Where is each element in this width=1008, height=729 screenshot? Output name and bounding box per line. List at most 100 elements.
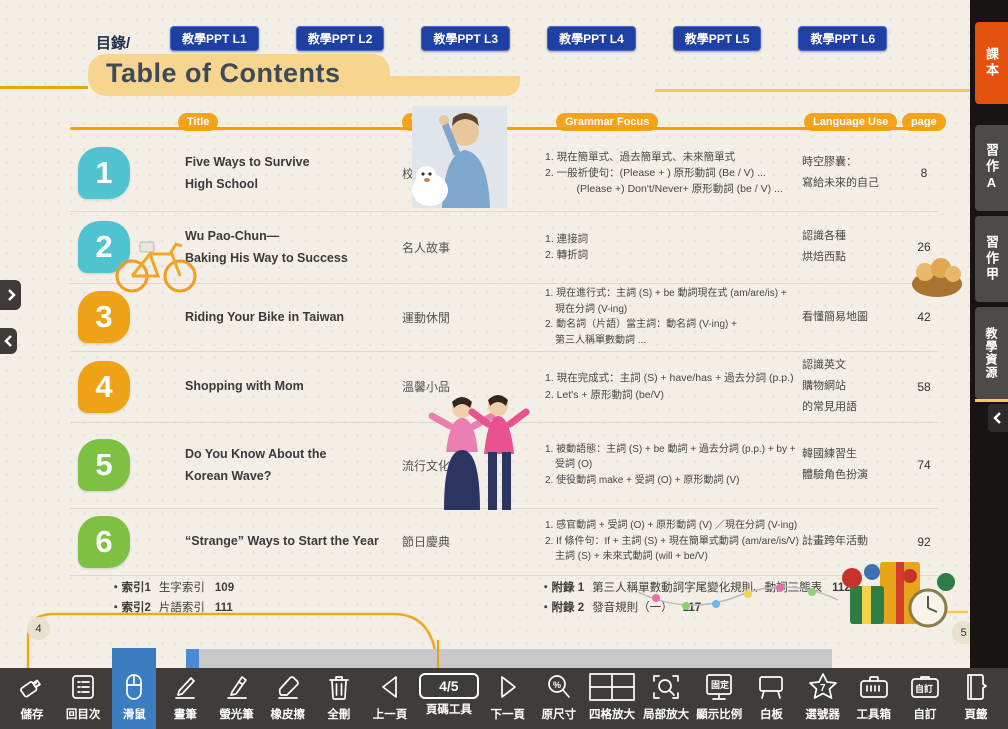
index-page: 109 xyxy=(215,582,234,594)
unit-title: Five Ways to Survive High School xyxy=(185,135,380,211)
ppt-button-l5[interactable]: 教學PPT L5 xyxy=(673,26,762,51)
region-zoom-button[interactable]: 局部放大 xyxy=(643,668,689,729)
unit-page: 58 xyxy=(905,351,943,422)
tab-workbook-a[interactable]: 習作A xyxy=(975,125,1008,211)
bottom-toolbar: 儲存 回目次 滑鼠 畫筆 螢光筆 橡皮擦 全刪 上一頁 xyxy=(0,668,1008,729)
number-picker-icon: 7 xyxy=(807,670,839,704)
tab-workbook-jia[interactable]: 習作甲 xyxy=(975,216,1008,302)
mouse-tool-button[interactable]: 滑鼠 xyxy=(112,648,156,729)
unit-title: Riding Your Bike in Taiwan xyxy=(185,283,380,351)
page-back-arrow-left[interactable] xyxy=(0,328,17,354)
toc-icon xyxy=(69,670,97,704)
pen-icon xyxy=(171,670,199,704)
whiteboard-icon xyxy=(756,670,786,704)
unit-topic: 名人故事 xyxy=(402,211,522,283)
next-page-button[interactable]: 下一頁 xyxy=(486,668,530,729)
tool-label: 局部放大 xyxy=(643,706,689,722)
back-to-toc-button[interactable]: 回目次 xyxy=(61,668,105,729)
tool-label: 畫筆 xyxy=(174,706,197,722)
svg-text:固定: 固定 xyxy=(711,679,730,690)
eraser-icon xyxy=(274,670,302,704)
usb-icon xyxy=(17,670,47,704)
ppt-button-row: 教學PPT L1 教學PPT L2 教學PPT L3 教學PPT L4 教學PP… xyxy=(170,26,887,51)
index-text: 生字索引 xyxy=(159,582,205,594)
unit-language-use: 認識各種 烘焙西點 xyxy=(802,211,906,283)
index-item: ・索引1生字索引109 xyxy=(110,578,234,598)
collapse-tabs-arrow[interactable] xyxy=(988,404,1008,432)
original-size-button[interactable]: % 原尺寸 xyxy=(537,668,581,729)
unit-topic: 運動休閒 xyxy=(402,283,522,351)
whiteboard-button[interactable]: 白板 xyxy=(749,668,793,729)
unit-number-badge: 4 xyxy=(78,361,130,413)
region-zoom-icon xyxy=(651,670,681,704)
unit-grammar: 1. 連接詞 2. 轉折詞 xyxy=(545,211,813,283)
photo-teen-with-dog xyxy=(382,106,522,208)
page-indicator[interactable]: 4/5 xyxy=(419,673,478,699)
pen-tool-button[interactable]: 畫筆 xyxy=(163,668,207,729)
page-number-tool[interactable]: 4/5 頁碼工具 xyxy=(419,668,478,729)
ppt-button-l6[interactable]: 教學PPT L6 xyxy=(798,26,887,51)
highlighter-icon xyxy=(223,670,251,704)
unit-language-use: 韓國練習生 體驗角色扮演 xyxy=(802,422,906,508)
page-forward-arrow-left[interactable] xyxy=(0,280,21,310)
mouse-icon xyxy=(120,670,148,704)
zoom-percent-icon: % xyxy=(545,670,573,704)
tab-teaching-resources[interactable]: 教學資源 xyxy=(975,307,1008,399)
unit-language-use: 時空膠囊： 寫給未來的自己 xyxy=(802,135,906,211)
delete-all-button[interactable]: 全刪 xyxy=(317,668,361,729)
page-tab-icon xyxy=(962,670,990,704)
svg-text:自訂: 自訂 xyxy=(915,683,933,694)
ppt-button-l2[interactable]: 教學PPT L2 xyxy=(296,26,385,51)
ppt-button-l1[interactable]: 教學PPT L1 xyxy=(170,26,259,51)
bottom-panel-handle[interactable] xyxy=(186,649,199,668)
display-ratio-button[interactable]: 固定 顯示比例 xyxy=(696,668,742,729)
four-grid-zoom-button[interactable]: 四格放大 xyxy=(588,668,636,729)
ppt-button-l3[interactable]: 教學PPT L3 xyxy=(421,26,510,51)
page-number-left: 4 xyxy=(27,617,50,640)
tool-label: 白板 xyxy=(760,706,783,722)
eraser-tool-button[interactable]: 橡皮擦 xyxy=(266,668,310,729)
unit-page: 74 xyxy=(905,422,943,508)
tool-label: 顯示比例 xyxy=(696,706,742,722)
newyear-gifts-illustration xyxy=(628,552,968,634)
prev-page-icon xyxy=(376,670,404,704)
breadcrumb: 目錄/ xyxy=(96,32,130,53)
tab-accent-line xyxy=(975,399,1008,402)
save-button[interactable]: 儲存 xyxy=(10,668,54,729)
tool-label: 頁碼工具 xyxy=(426,701,472,717)
tool-label: 自訂 xyxy=(913,706,936,722)
right-edge-line xyxy=(655,89,970,92)
unit-grammar: 1. 現在完成式：主詞 (S) + have/has + 過去分詞 (p.p.)… xyxy=(545,351,813,422)
unit-number-badge: 1 xyxy=(78,147,130,199)
tool-label: 頁籤 xyxy=(965,706,988,722)
unit-grammar: 1. 被動語態：主詞 (S) + be 動詞 + 過去分詞 (p.p.) + b… xyxy=(545,422,813,508)
tool-label: 儲存 xyxy=(21,706,44,722)
unit-language-use: 認識英文 購物網站 的常見用語 xyxy=(802,351,906,422)
tool-label: 橡皮擦 xyxy=(270,706,305,722)
page-spine-line xyxy=(437,640,439,668)
ppt-button-l4[interactable]: 教學PPT L4 xyxy=(547,26,636,51)
hanbok-couple-illustration xyxy=(426,392,530,514)
ebook-app: 目錄/ Table of Contents 教學PPT L1 教學PPT L2 … xyxy=(0,0,1008,729)
appendix-label: ・附錄 2 xyxy=(540,602,584,614)
unit-number-badge: 5 xyxy=(78,439,130,491)
index-label: ・索引2 xyxy=(110,602,151,614)
tool-label: 下一頁 xyxy=(490,706,525,722)
custom-icon: 自訂 xyxy=(909,670,941,704)
number-picker-button[interactable]: 7 選號器 xyxy=(801,668,845,729)
index-page: 111 xyxy=(215,602,233,614)
tool-label: 全刪 xyxy=(327,706,350,722)
toolbox-button[interactable]: 工具箱 xyxy=(852,668,896,729)
index-item: ・索引2片語索引111 xyxy=(110,598,234,618)
unit-title: “Strange” Ways to Start the Year xyxy=(185,508,380,575)
unit-language-use: 看懂簡易地圖 xyxy=(802,283,906,351)
appendix-label: ・附錄 1 xyxy=(540,582,584,594)
unit-topic: 節日慶典 xyxy=(402,508,522,575)
page-tab-button[interactable]: 頁籤 xyxy=(954,668,998,729)
toolbox-icon xyxy=(858,670,890,704)
previous-page-button[interactable]: 上一頁 xyxy=(368,668,412,729)
custom-button[interactable]: 自訂 自訂 xyxy=(903,668,947,729)
tab-textbook[interactable]: 課本 xyxy=(975,22,1008,104)
svg-text:7: 7 xyxy=(820,683,826,694)
highlighter-tool-button[interactable]: 螢光筆 xyxy=(215,668,259,729)
